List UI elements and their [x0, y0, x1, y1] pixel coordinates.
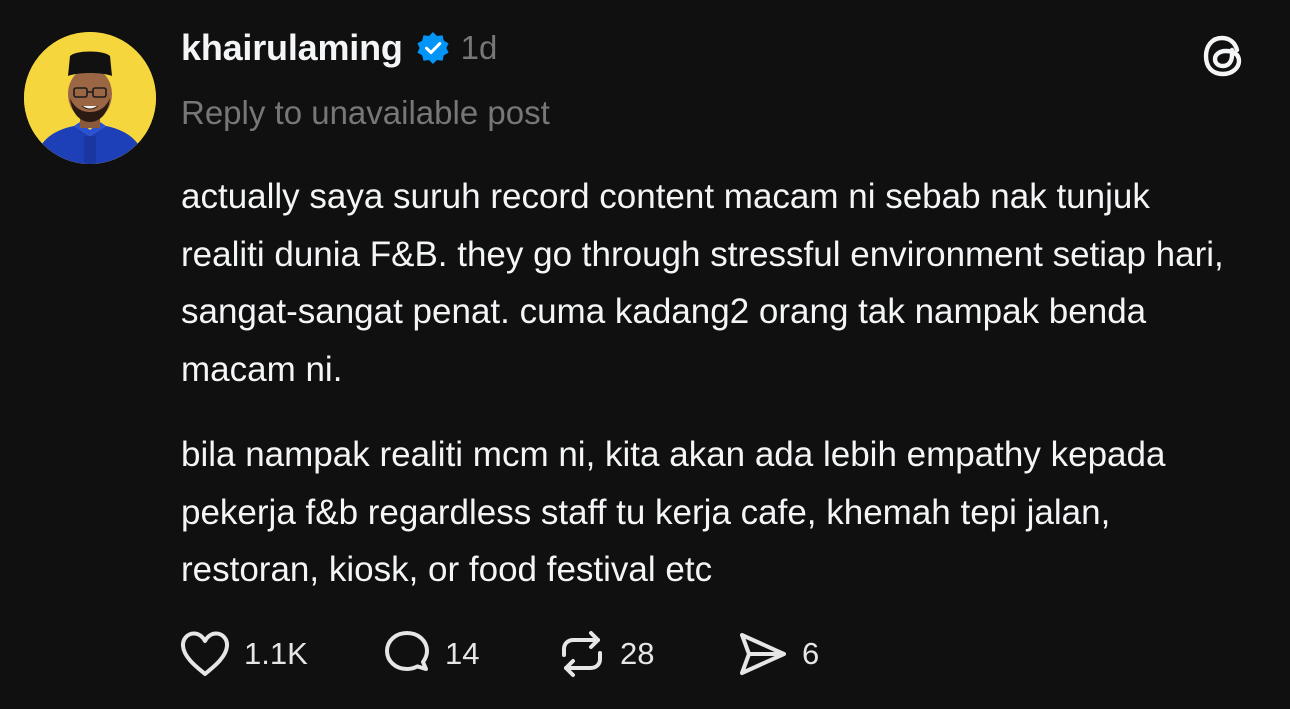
verified-badge-icon — [415, 30, 451, 66]
heart-icon — [180, 631, 230, 676]
thread-post: khairulaming 1d Reply to unavailable pos… — [0, 0, 1290, 709]
speech-bubble-icon — [385, 631, 429, 671]
post-paragraph: bila nampak realiti mcm ni, kita akan ad… — [181, 435, 1166, 589]
post-timestamp: 1d — [460, 29, 498, 66]
repost-icon — [562, 631, 602, 677]
like-count: 1.1K — [244, 636, 308, 671]
username[interactable]: khairulaming — [181, 27, 403, 69]
like-button[interactable]: 1.1K — [178, 629, 381, 679]
post-paragraph: actually saya suruh record content macam… — [181, 177, 1224, 389]
send-icon — [740, 633, 786, 675]
share-count: 6 — [802, 636, 820, 671]
post-actions: 1.1K 14 28 6 — [178, 628, 819, 680]
comment-button[interactable]: 14 — [381, 629, 556, 679]
post-header: khairulaming 1d — [181, 24, 497, 72]
avatar[interactable] — [24, 32, 156, 164]
repost-count: 28 — [620, 636, 655, 671]
reply-context[interactable]: Reply to unavailable post — [181, 94, 550, 132]
share-button[interactable]: 6 — [736, 629, 819, 679]
avatar-image — [24, 32, 156, 164]
repost-button[interactable]: 28 — [556, 629, 736, 679]
threads-logo-icon[interactable] — [1196, 28, 1252, 84]
post-body: actually saya suruh record content macam… — [181, 168, 1241, 599]
comment-count: 14 — [445, 636, 480, 671]
